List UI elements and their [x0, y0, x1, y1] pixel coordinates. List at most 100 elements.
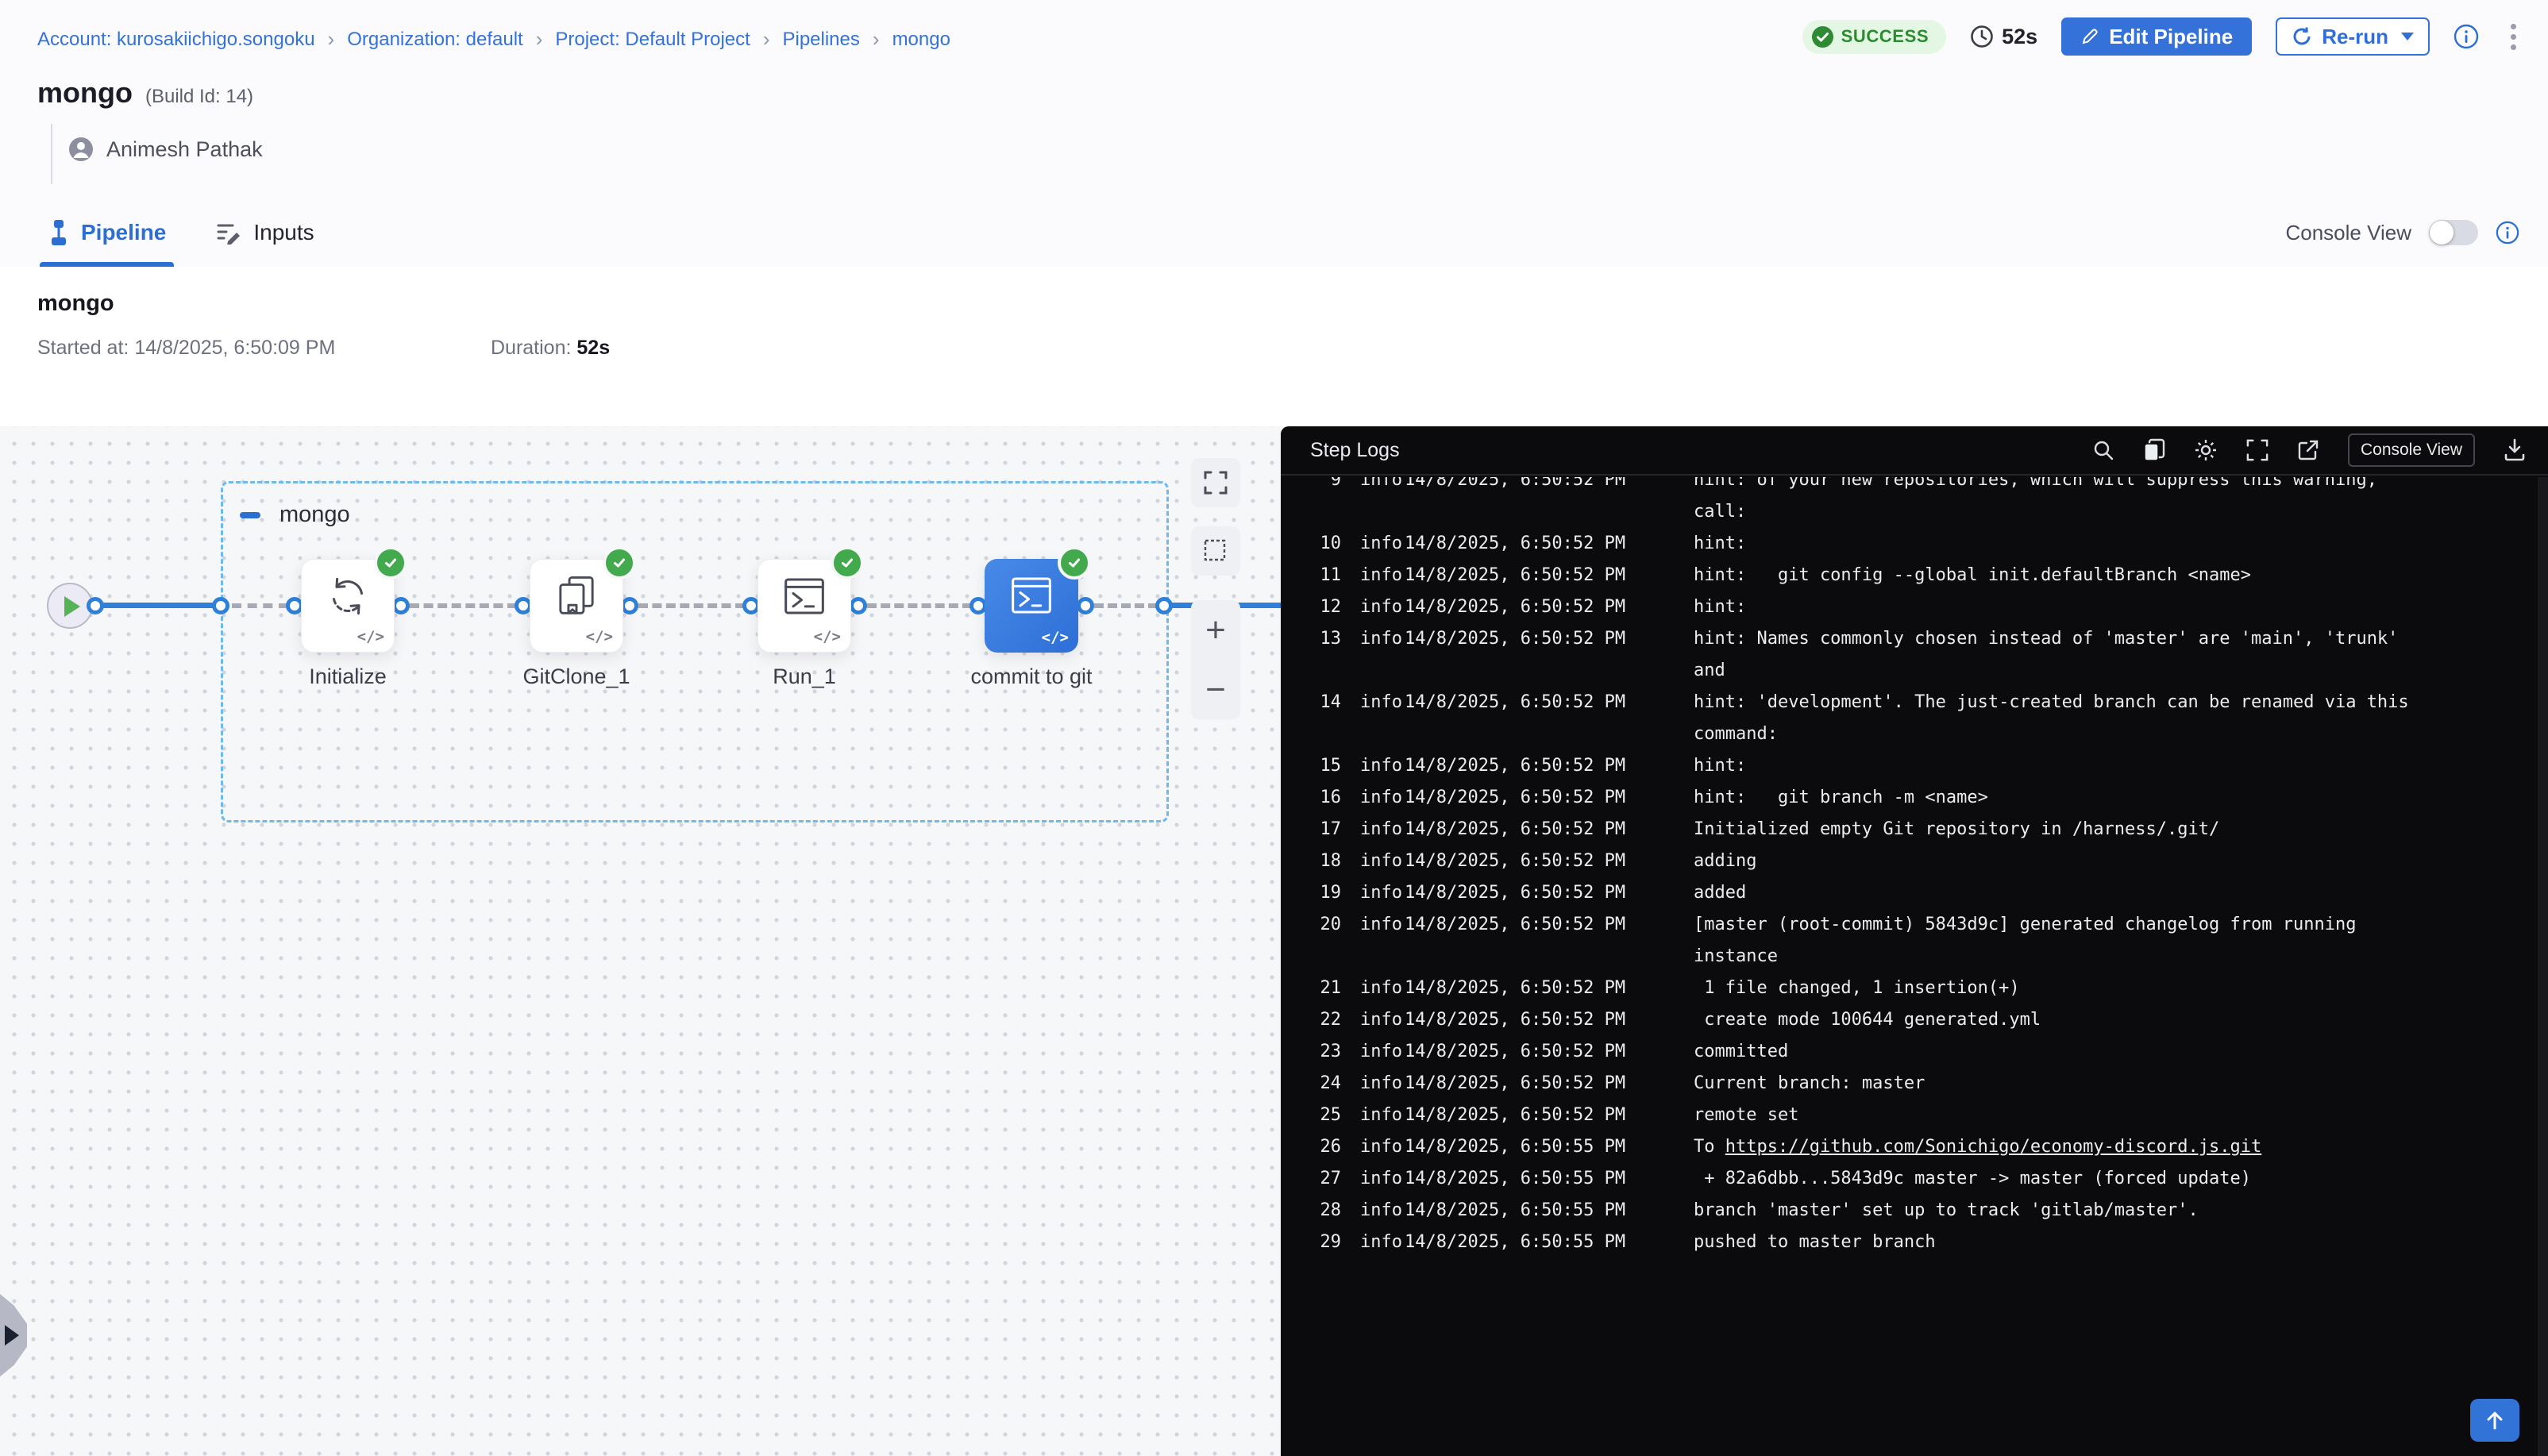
search-icon[interactable] [2092, 439, 2114, 461]
log-line: 18info14/8/2025, 6:50:52 PMadding [1309, 845, 2538, 877]
connector-port[interactable] [621, 597, 638, 614]
step-success-icon [603, 546, 636, 580]
breadcrumb-separator: › [328, 29, 335, 49]
pipeline-canvas[interactable]: mongo </>Initialize</>GitClone_1</>Run_1… [0, 426, 1281, 1456]
open-external-icon[interactable] [2297, 439, 2319, 461]
console-view-button[interactable]: Console View [2348, 433, 2475, 467]
chevron-down-icon [2401, 33, 2414, 40]
settings-gear-icon[interactable] [2194, 438, 2218, 462]
terminal-icon [1009, 574, 1054, 617]
log-scrollbar[interactable] [2538, 477, 2548, 1456]
refresh-icon [2292, 26, 2312, 47]
title-row: mongo (Build Id: 14) [37, 76, 253, 110]
log-line: 22info14/8/2025, 6:50:52 PM create mode … [1309, 1004, 2538, 1036]
log-line: 28info14/8/2025, 6:50:55 PMbranch 'maste… [1309, 1195, 2538, 1227]
pipeline-execution-page: Account: kurosakiichigo.songoku › Organiza… [0, 0, 2548, 1456]
scroll-to-top-button[interactable] [2470, 1399, 2519, 1442]
connector-dashed-line [410, 603, 517, 608]
status-text: SUCCESS [1841, 26, 1929, 47]
log-line: 23info14/8/2025, 6:50:52 PMcommitted [1309, 1036, 2538, 1068]
edit-pipeline-button[interactable]: Edit Pipeline [2061, 17, 2252, 56]
zoom-in-button[interactable]: + [1191, 600, 1240, 660]
sync-icon [326, 574, 370, 618]
info-icon[interactable] [2496, 221, 2519, 245]
download-icon[interactable] [2504, 438, 2526, 462]
breadcrumb: Account: kurosakiichigo.songoku › Organiza… [37, 29, 950, 51]
connector-port[interactable] [850, 597, 867, 614]
expand-left-panel-handle[interactable] [0, 1294, 27, 1377]
code-icon: </> [814, 628, 841, 645]
top-actions: SUCCESS 52s Edit Pipeline Re-run [1802, 17, 2524, 56]
log-line-wrap: command: [1309, 718, 2538, 750]
canvas-fullscreen-button[interactable] [1191, 458, 1240, 507]
step-label: Run_1 [693, 664, 916, 689]
log-line: 10info14/8/2025, 6:50:52 PMhint: [1309, 528, 2538, 560]
log-line: 15info14/8/2025, 6:50:52 PMhint: [1309, 750, 2538, 782]
fullscreen-icon[interactable] [2246, 439, 2269, 461]
log-line: 21info14/8/2025, 6:50:52 PM 1 file chang… [1309, 973, 2538, 1004]
tab-pipeline[interactable]: Pipeline [48, 198, 166, 267]
breadcrumb-link[interactable]: Organization: default [347, 29, 522, 51]
log-line: 9info14/8/2025, 6:50:52 PMhint: of your … [1309, 477, 2538, 496]
inputs-icon [217, 221, 242, 245]
breadcrumb-separator: › [873, 29, 880, 49]
log-line: 11info14/8/2025, 6:50:52 PMhint: git con… [1309, 560, 2538, 591]
console-view-toggle[interactable] [2429, 220, 2478, 245]
connector-port[interactable] [1077, 597, 1094, 614]
rerun-button[interactable]: Re-run [2276, 17, 2430, 56]
pipeline-icon [48, 220, 70, 245]
log-line: 16info14/8/2025, 6:50:52 PMhint: git bra… [1309, 782, 2538, 814]
collapse-stage-icon[interactable] [240, 512, 260, 518]
step-logs-title: Step Logs [1310, 439, 1400, 462]
pencil-icon [2080, 27, 2099, 46]
code-icon: </> [357, 628, 384, 645]
copy-icon[interactable] [2143, 438, 2165, 462]
log-line: 12info14/8/2025, 6:50:52 PMhint: [1309, 591, 2538, 623]
arrow-up-icon [2484, 1410, 2505, 1431]
stage-group-label: mongo [279, 502, 350, 528]
step-success-icon [1058, 546, 1091, 580]
step-label: commit to git [920, 664, 1143, 689]
log-line: 29info14/8/2025, 6:50:55 PMpushed to mas… [1309, 1227, 2538, 1258]
breadcrumb-link[interactable]: Pipelines [782, 29, 859, 51]
log-line: 27info14/8/2025, 6:50:55 PM + 82a6dbb...… [1309, 1163, 2538, 1195]
connector-port[interactable] [1155, 597, 1173, 614]
log-line: 20info14/8/2025, 6:50:52 PM[master (root… [1309, 909, 2538, 941]
log-line-wrap: call: [1309, 496, 2538, 528]
main-content: mongo </>Initialize</>GitClone_1</>Run_1… [0, 426, 2548, 1456]
breadcrumb-link[interactable]: mongo [892, 29, 950, 51]
log-line: 26info14/8/2025, 6:50:55 PMTo https://gi… [1309, 1131, 2538, 1163]
connector-dashed-line [638, 603, 745, 608]
connector-dashed-line [232, 603, 288, 608]
tab-bar: Pipeline Inputs Console View [0, 198, 2548, 268]
breadcrumb-link[interactable]: Project: Default Project [555, 29, 750, 51]
log-line-wrap: and [1309, 655, 2538, 687]
zoom-out-button[interactable]: − [1191, 660, 1240, 719]
connector-line [95, 603, 221, 608]
tab-inputs[interactable]: Inputs [217, 198, 314, 267]
info-icon[interactable] [2454, 24, 2479, 49]
log-line: 24info14/8/2025, 6:50:52 PMCurrent branc… [1309, 1068, 2538, 1100]
log-line: 25info14/8/2025, 6:50:52 PMremote set [1309, 1100, 2538, 1131]
terminal-icon [782, 575, 827, 618]
breadcrumb-link[interactable]: Account: kurosakiichigo.songoku [37, 29, 315, 51]
author-name: Animesh Pathak [106, 137, 263, 162]
canvas-select-area-button[interactable] [1191, 526, 1240, 576]
more-options-icon[interactable] [2503, 21, 2524, 53]
step-success-icon [374, 546, 407, 580]
connector-dashed-line [1094, 603, 1158, 608]
step-logs-panel: Step Logs [1281, 426, 2548, 1456]
log-output[interactable]: 9info14/8/2025, 6:50:52 PMhint: of your … [1281, 477, 2538, 1456]
git-clone-icon [555, 574, 598, 618]
zoom-controls: + − [1191, 600, 1240, 719]
step-logs-header: Step Logs [1281, 426, 2548, 476]
log-line-wrap: instance [1309, 941, 2538, 973]
play-icon [64, 596, 80, 617]
success-check-icon [1812, 26, 1833, 48]
connector-port[interactable] [392, 597, 410, 614]
connector-port[interactable] [212, 597, 229, 614]
step-label: GitClone_1 [465, 664, 688, 689]
divider [51, 124, 52, 184]
log-link[interactable]: https://github.com/Sonichigo/economy-dis… [1725, 1137, 2262, 1157]
connector-port[interactable] [87, 597, 104, 614]
